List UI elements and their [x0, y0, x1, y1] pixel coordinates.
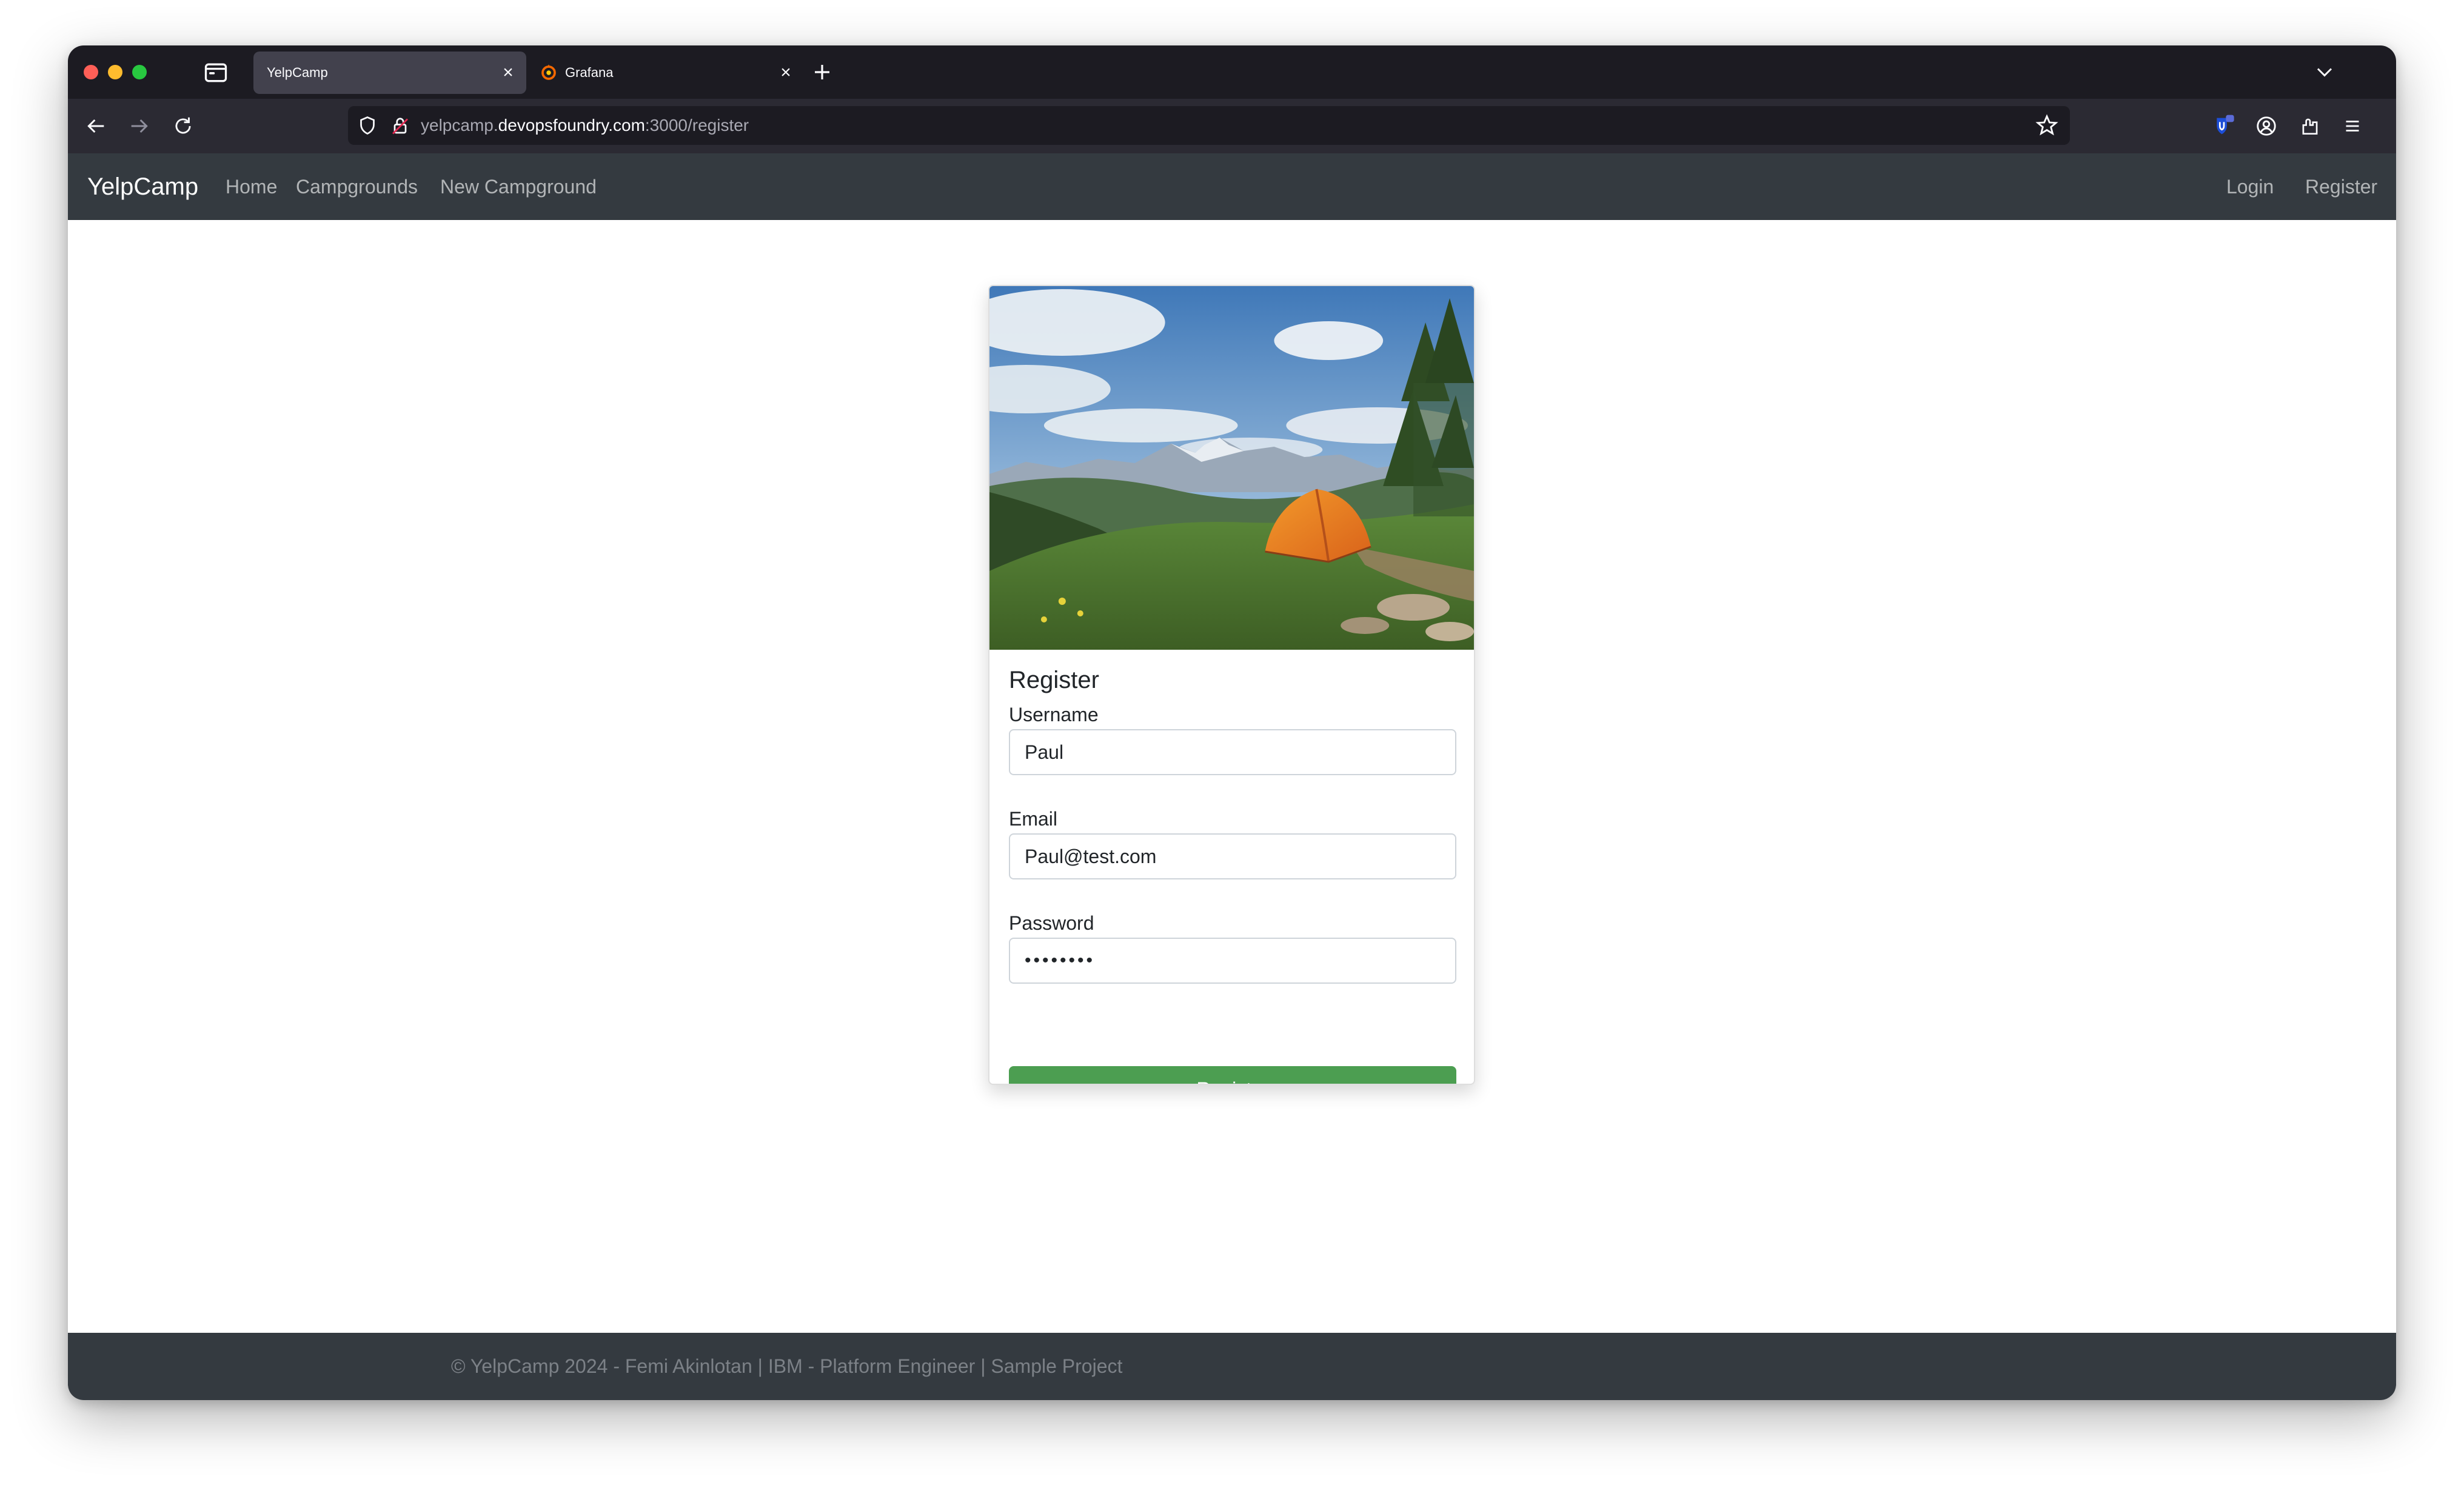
- extensions-icon[interactable]: [2293, 109, 2327, 143]
- close-icon[interactable]: ×: [774, 61, 798, 85]
- campsite-image: [989, 286, 1474, 650]
- reload-icon[interactable]: [166, 109, 200, 143]
- url-host: devopsfoundry.com: [498, 116, 645, 135]
- nav-login-link[interactable]: Login: [2226, 153, 2274, 220]
- menu-icon[interactable]: [2335, 109, 2369, 143]
- grafana-logo-icon: [541, 64, 556, 80]
- lock-icon[interactable]: [389, 115, 411, 136]
- tab-bar: YelpCamp × Grafana ×: [68, 45, 2396, 99]
- shield-icon[interactable]: [357, 115, 378, 136]
- star-icon[interactable]: [2035, 113, 2059, 138]
- chevron-down-icon[interactable]: [2311, 59, 2338, 85]
- username-label: Username: [1009, 704, 1099, 725]
- back-icon[interactable]: [79, 109, 113, 143]
- nav-new-campground-link[interactable]: New Campground: [440, 153, 597, 220]
- nav-register-link[interactable]: Register: [2305, 153, 2377, 220]
- minimize-window-button[interactable]: [108, 65, 122, 79]
- username-input[interactable]: [1009, 729, 1456, 775]
- register-button[interactable]: Register: [1009, 1066, 1456, 1084]
- url-path: :3000/register: [644, 116, 749, 135]
- tab-grafana[interactable]: Grafana ×: [531, 52, 804, 94]
- browser-window: YelpCamp × Grafana × yelpcamp.devopsfoun…: [68, 45, 2396, 1400]
- email-label: Email: [1009, 808, 1058, 830]
- url-prefix: yelpcamp.: [421, 116, 498, 135]
- close-icon[interactable]: ×: [496, 61, 520, 85]
- password-input[interactable]: [1009, 938, 1456, 984]
- url-text: yelpcamp.devopsfoundry.com:3000/register: [421, 106, 749, 145]
- password-label: Password: [1009, 912, 1094, 934]
- site-footer: © YelpCamp 2024 - Femi Akinlotan | IBM -…: [68, 1333, 2396, 1400]
- browser-toolbar: yelpcamp.devopsfoundry.com:3000/register: [68, 99, 2396, 153]
- forward-icon[interactable]: [122, 109, 156, 143]
- url-bar[interactable]: yelpcamp.devopsfoundry.com:3000/register: [348, 106, 2070, 145]
- site-navbar: YelpCamp Home Campgrounds New Campground…: [68, 153, 2396, 220]
- new-tab-icon[interactable]: [808, 58, 837, 87]
- extension-badge-icon[interactable]: [2207, 109, 2241, 143]
- register-title: Register: [1009, 667, 1099, 693]
- register-card: Register Username Email Password Registe…: [988, 285, 1475, 1085]
- footer-text: © YelpCamp 2024 - Femi Akinlotan | IBM -…: [451, 1355, 1123, 1377]
- tab-title: YelpCamp: [267, 65, 328, 80]
- brand-link[interactable]: YelpCamp: [87, 153, 198, 220]
- sidebar-icon[interactable]: [203, 59, 229, 85]
- zoom-window-button[interactable]: [132, 65, 147, 79]
- close-window-button[interactable]: [84, 65, 98, 79]
- nav-campgrounds-link[interactable]: Campgrounds: [296, 153, 418, 220]
- account-icon[interactable]: [2249, 109, 2283, 143]
- tab-yelpcamp[interactable]: YelpCamp ×: [253, 52, 526, 94]
- email-input[interactable]: [1009, 833, 1456, 879]
- tab-title: Grafana: [565, 65, 614, 80]
- nav-home-link[interactable]: Home: [226, 153, 277, 220]
